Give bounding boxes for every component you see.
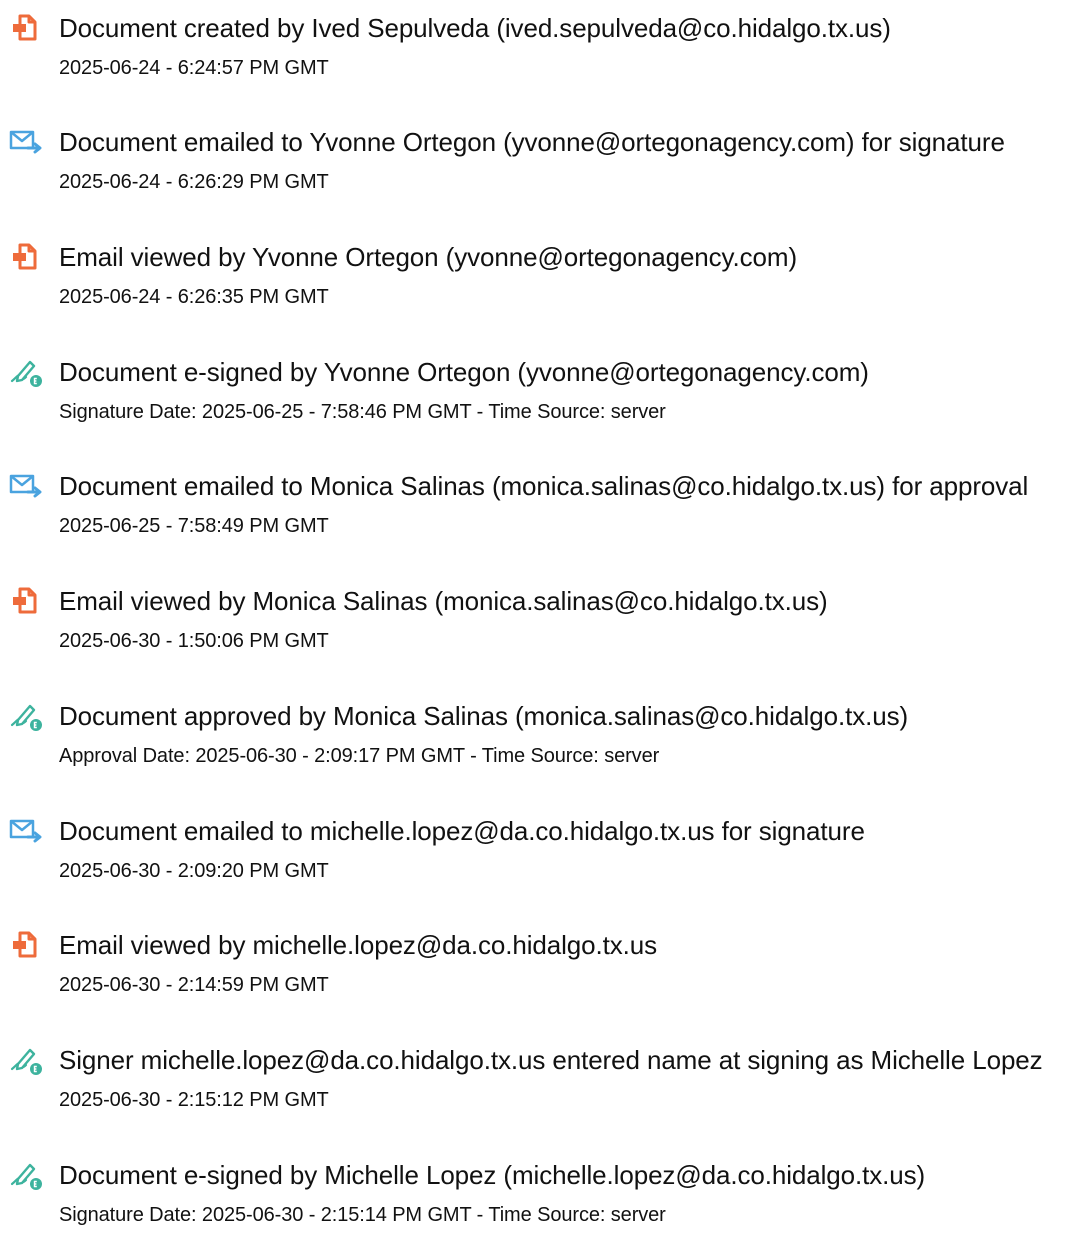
event-timestamp: 2025-06-30 - 2:09:20 PM GMT — [59, 860, 329, 882]
event-signature-date: Signature Date: 2025-06-30 - 2:15:14 PM … — [59, 1204, 666, 1226]
event-title: Email viewed by Yvonne Ortegon (yvonne@o… — [59, 242, 798, 272]
event-title: Email viewed by Monica Salinas (monica.s… — [59, 586, 828, 616]
event-title: Email viewed by michelle.lopez@da.co.hid… — [59, 930, 658, 960]
document-icon — [8, 586, 44, 616]
audit-event: Document created by Ived Sepulveda (ived… — [0, 13, 1080, 103]
event-signature-date: Signature Date: 2025-06-25 - 7:58:46 PM … — [59, 401, 666, 423]
event-title: Document e-signed by Yvonne Ortegon (yvo… — [59, 357, 869, 387]
audit-event: Email viewed by michelle.lopez@da.co.hid… — [0, 930, 1080, 1020]
audit-event: Document approved by Monica Salinas (mon… — [0, 701, 1080, 791]
event-title: Signer michelle.lopez@da.co.hidalgo.tx.u… — [59, 1045, 1043, 1075]
event-timestamp: 2025-06-24 - 6:26:29 PM GMT — [59, 171, 329, 193]
event-timestamp: 2025-06-24 - 6:24:57 PM GMT — [59, 57, 329, 79]
audit-event: Email viewed by Yvonne Ortegon (yvonne@o… — [0, 242, 1080, 332]
event-title: Document approved by Monica Salinas (mon… — [59, 701, 909, 731]
email-icon — [8, 127, 44, 157]
document-icon — [8, 930, 44, 960]
document-icon — [8, 242, 44, 272]
esign-icon — [8, 701, 44, 731]
document-icon — [8, 13, 44, 43]
esign-icon — [8, 357, 44, 387]
audit-event: Email viewed by Monica Salinas (monica.s… — [0, 586, 1080, 676]
event-timestamp: 2025-06-25 - 7:58:49 PM GMT — [59, 515, 329, 537]
event-title: Document emailed to michelle.lopez@da.co… — [59, 816, 865, 846]
event-title: Document emailed to Yvonne Ortegon (yvon… — [59, 127, 1005, 157]
event-title: Document created by Ived Sepulveda (ived… — [59, 13, 891, 43]
audit-event: Signer michelle.lopez@da.co.hidalgo.tx.u… — [0, 1045, 1080, 1135]
audit-event: Document emailed to Monica Salinas (moni… — [0, 471, 1080, 561]
audit-event: Document e-signed by Yvonne Ortegon (yvo… — [0, 357, 1080, 447]
esign-icon — [8, 1160, 44, 1190]
audit-event: Document emailed to Yvonne Ortegon (yvon… — [0, 127, 1080, 217]
email-icon — [8, 816, 44, 846]
event-timestamp: 2025-06-24 - 6:26:35 PM GMT — [59, 286, 329, 308]
event-timestamp: 2025-06-30 - 2:15:12 PM GMT — [59, 1089, 329, 1111]
email-icon — [8, 471, 44, 501]
event-title: Document e-signed by Michelle Lopez (mic… — [59, 1160, 926, 1190]
esign-icon — [8, 1045, 44, 1075]
audit-event: Document e-signed by Michelle Lopez (mic… — [0, 1160, 1080, 1250]
event-approval-date: Approval Date: 2025-06-30 - 2:09:17 PM G… — [59, 745, 660, 767]
audit-event: Document emailed to michelle.lopez@da.co… — [0, 816, 1080, 906]
event-timestamp: 2025-06-30 - 1:50:06 PM GMT — [59, 630, 329, 652]
event-title: Document emailed to Monica Salinas (moni… — [59, 471, 1029, 501]
event-timestamp: 2025-06-30 - 2:14:59 PM GMT — [59, 974, 329, 996]
